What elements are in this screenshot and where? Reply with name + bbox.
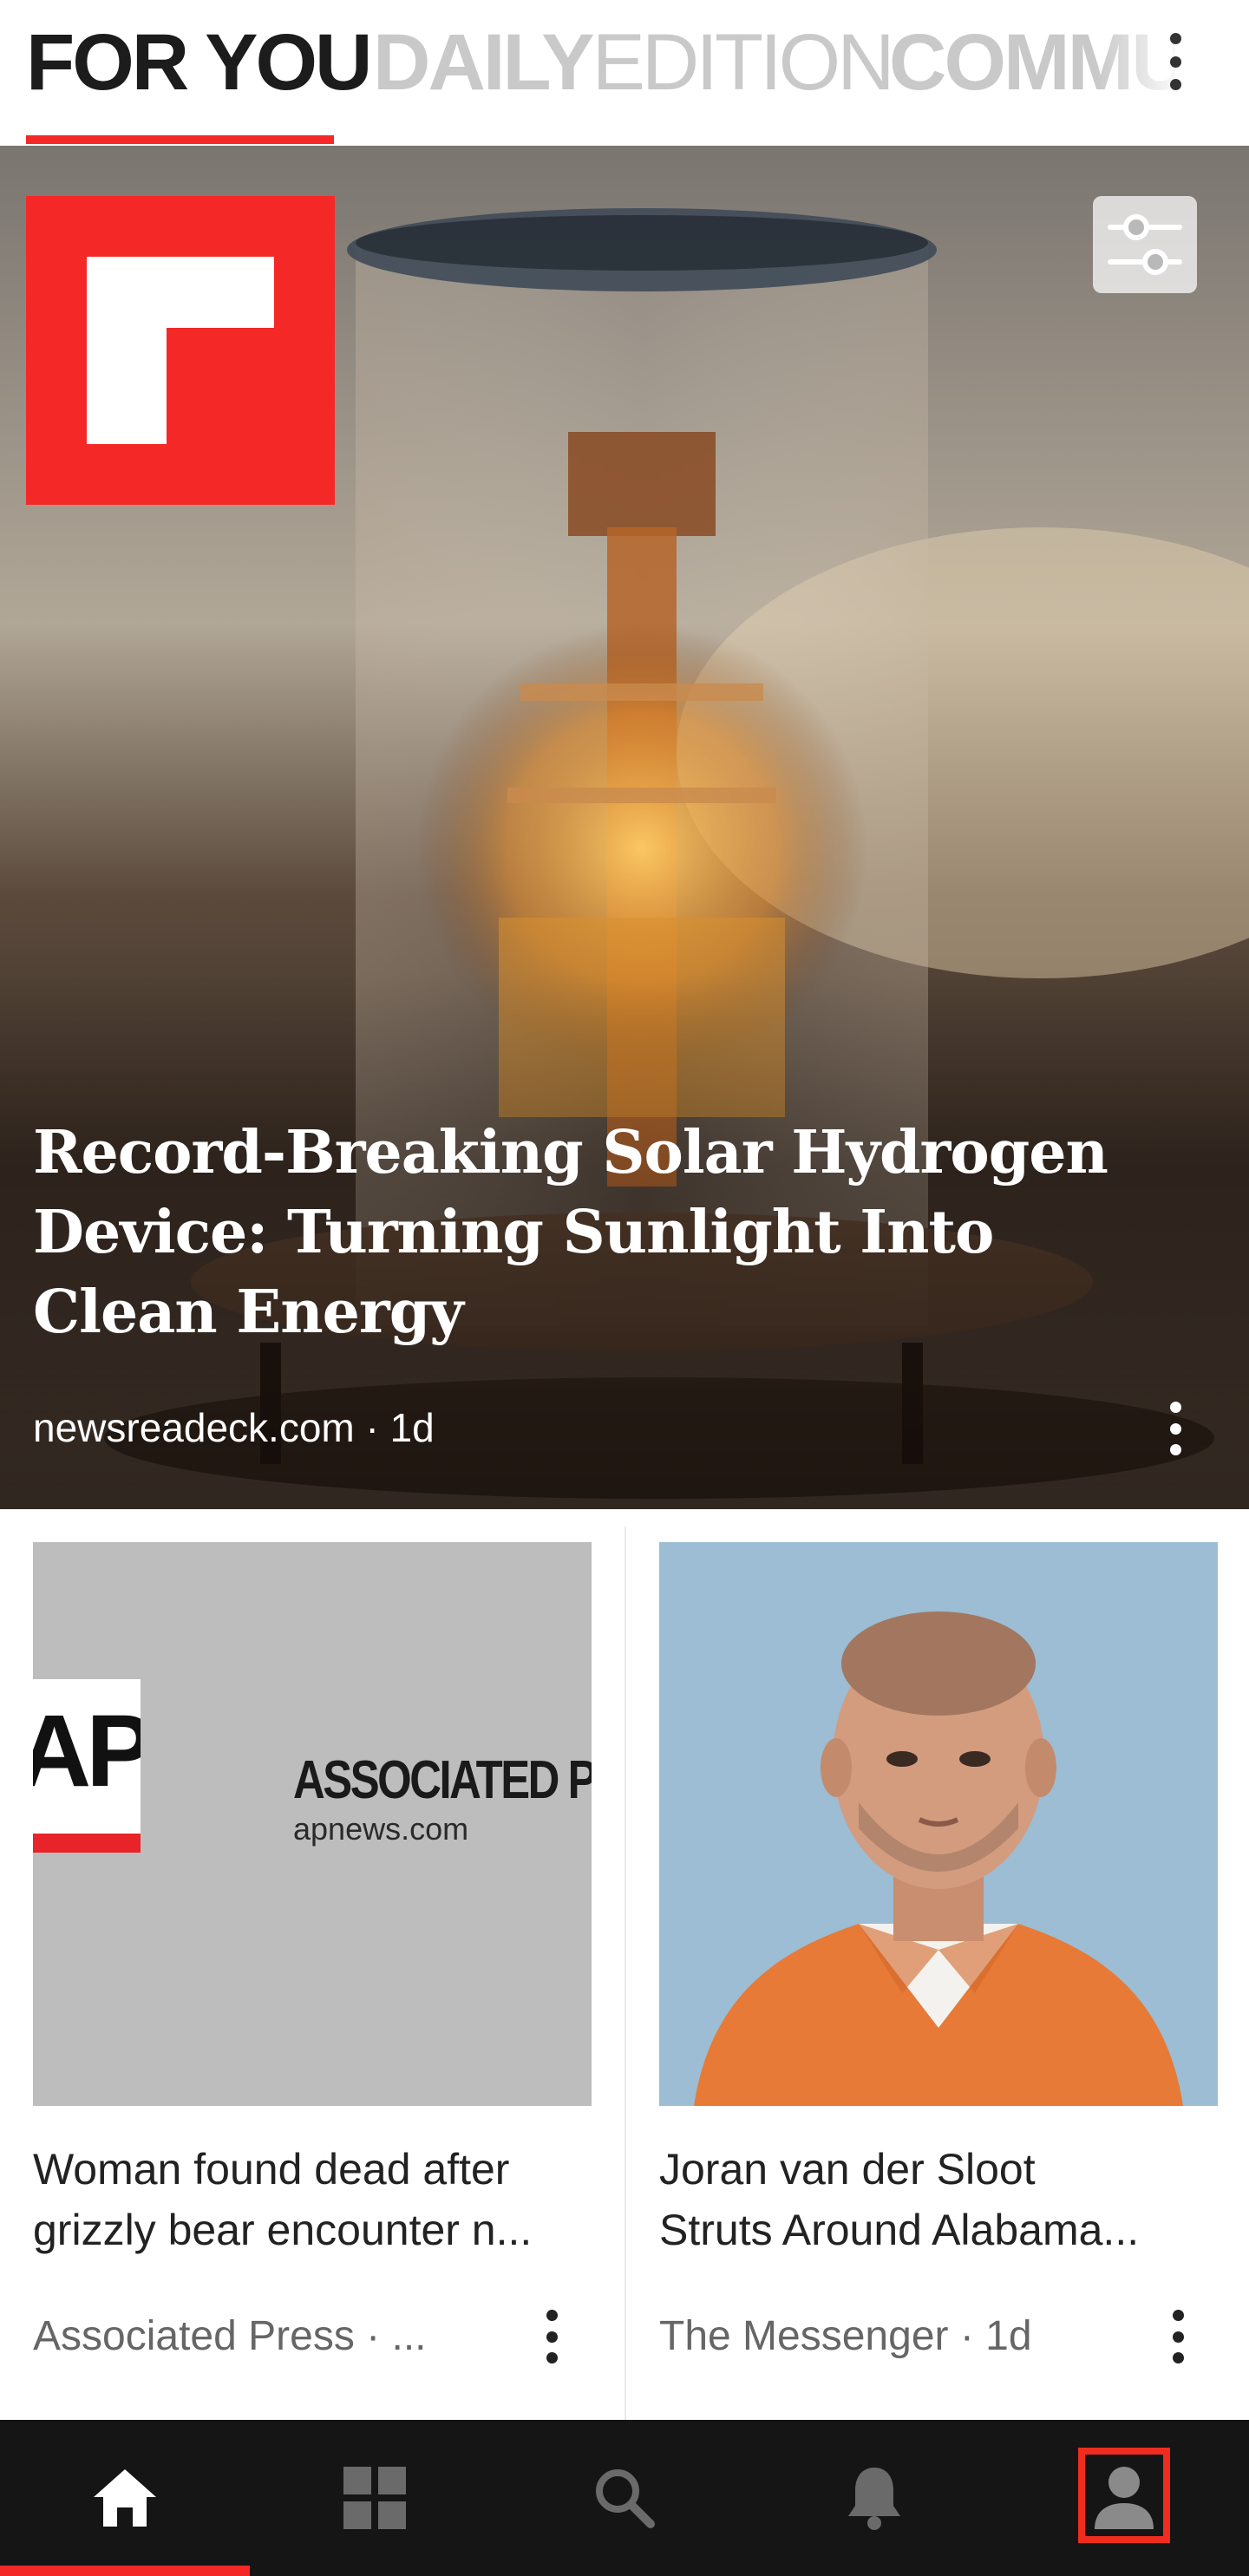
flipboard-logo xyxy=(26,196,335,505)
story-card-ap[interactable]: AP ASSOCIATED PRE apnews.com Woman found… xyxy=(0,1527,624,2420)
mugshot-thumbnail xyxy=(659,1542,1218,2106)
hero-source: newsreadeck.com · 1d xyxy=(33,1405,435,1450)
tab-for-you[interactable]: FOR YOU xyxy=(26,19,372,106)
customize-icon[interactable] xyxy=(1093,196,1197,293)
nav-home[interactable] xyxy=(0,2420,250,2576)
story-more-icon[interactable] xyxy=(1167,2310,1188,2364)
tab-daily-label: DAILY xyxy=(373,18,595,107)
story-card-messenger[interactable]: Joran van der Sloot Struts Around Alabam… xyxy=(624,1527,1249,2420)
ap-thumbnail: AP ASSOCIATED PRE apnews.com xyxy=(33,1542,592,2106)
tab-active-indicator xyxy=(26,135,334,144)
story-source: Associated Press · ... xyxy=(33,2313,427,2359)
story-title[interactable]: Joran van der Sloot Struts Around Alabam… xyxy=(659,2139,1223,2260)
nav-explore[interactable] xyxy=(250,2420,500,2576)
tab-edition-label: EDITION xyxy=(592,18,895,107)
hero-story[interactable]: Record-Breaking Solar Hydrogen Device: T… xyxy=(0,146,1249,1509)
hero-headline[interactable]: Record-Breaking Solar Hydrogen Device: T… xyxy=(33,1113,1195,1352)
profile-highlight-frame xyxy=(1078,2448,1170,2543)
ap-logo: AP xyxy=(33,1679,141,1853)
tab-daily-edition[interactable]: DAILYEDITION xyxy=(373,18,895,107)
story-title[interactable]: Woman found dead after grizzly bear enco… xyxy=(33,2139,597,2260)
nav-notifications[interactable] xyxy=(749,2420,999,2576)
story-source: The Messenger · 1d xyxy=(659,2313,1032,2359)
grid-icon xyxy=(343,2467,406,2529)
top-tab-bar: FOR YOU DAILYEDITION COMMU xyxy=(0,0,1249,146)
ap-url: apnews.com xyxy=(293,1811,469,1847)
more-options-icon[interactable] xyxy=(1162,33,1188,90)
hero-more-icon[interactable] xyxy=(1165,1402,1186,1455)
story-more-icon[interactable] xyxy=(541,2310,562,2364)
nav-active-indicator xyxy=(0,2566,250,2576)
nav-search[interactable] xyxy=(500,2420,749,2576)
bell-icon xyxy=(848,2468,900,2530)
search-icon xyxy=(596,2469,655,2528)
home-icon xyxy=(94,2469,156,2527)
bottom-navigation xyxy=(0,2420,1249,2576)
ap-wordmark: ASSOCIATED PRE xyxy=(293,1750,592,1810)
